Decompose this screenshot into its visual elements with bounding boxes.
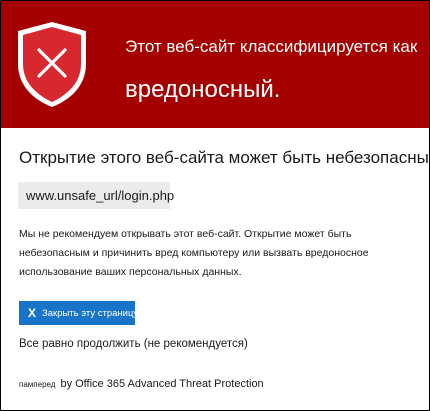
banner-title-line1: Этот веб-сайт классифицируется как [125,37,418,56]
warning-page: Этот веб-сайт классифицируется как вредо… [0,0,430,411]
page-heading: Открытие этого веб-сайта может быть небе… [19,148,430,167]
close-page-label: Закрыть эту страницу [42,307,139,319]
warning-banner: Этот веб-сайт классифицируется как вредо… [1,1,429,128]
close-page-button[interactable]: X Закрыть эту страницу [19,301,139,325]
continue-anyway-link[interactable]: Все равно продолжить (не рекомендуется) [19,338,248,350]
footer: памперед by Office 365 Advanced Threat P… [19,378,264,390]
footer-attribution: by Office 365 Advanced Threat Protection [60,378,264,390]
banner-title-line2: вредоносный. [125,76,281,103]
blocked-url: www.unsafe_url/login.php [18,182,174,209]
warning-description: Мы не рекомендуем открывать этот веб-сай… [19,228,369,278]
shield-x-icon [18,22,86,107]
footer-prefix: памперед [19,380,56,389]
close-icon: X [28,306,37,320]
